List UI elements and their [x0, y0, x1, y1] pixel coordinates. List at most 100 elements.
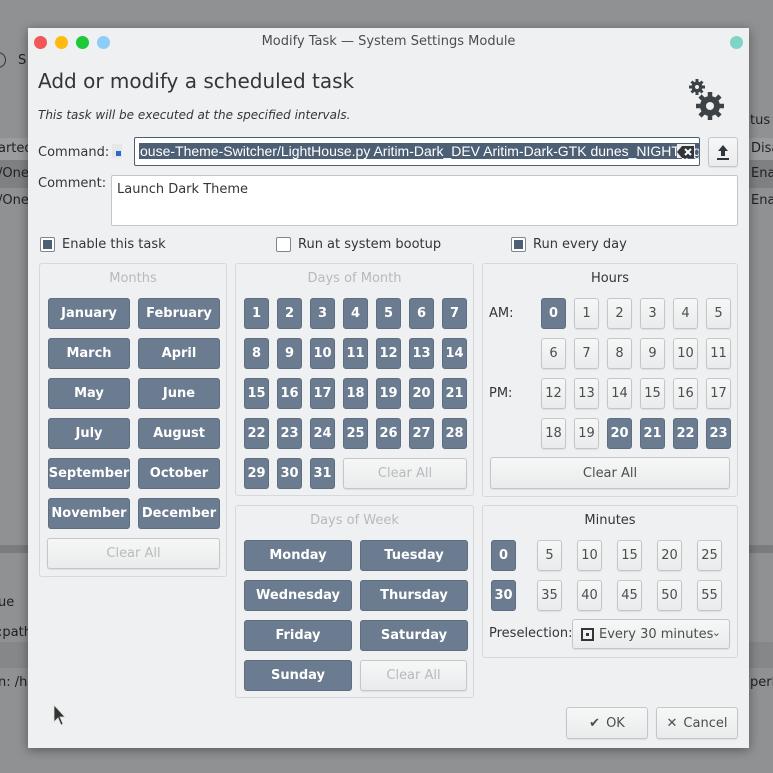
hour-18-button[interactable]: 18 — [541, 418, 566, 449]
hour-0-button[interactable]: 0 — [541, 298, 566, 329]
month-september-button[interactable]: September — [48, 458, 130, 489]
hour-6-button[interactable]: 6 — [541, 338, 566, 369]
hour-2-button[interactable]: 2 — [607, 298, 632, 329]
month-november-button[interactable]: November — [48, 498, 130, 529]
month-may-button[interactable]: May — [48, 378, 130, 409]
minute-0-button[interactable]: 0 — [491, 540, 516, 571]
weekday-friday-button[interactable]: Friday — [244, 620, 352, 651]
hour-11-button[interactable]: 11 — [706, 338, 731, 369]
hour-13-button[interactable]: 13 — [574, 378, 599, 409]
weekday-monday-button[interactable]: Monday — [244, 540, 352, 571]
day-17-button[interactable]: 17 — [310, 378, 335, 409]
minute-20-button[interactable]: 20 — [657, 540, 682, 571]
hour-19-button[interactable]: 19 — [574, 418, 599, 449]
cancel-button[interactable]: ✕ Cancel — [656, 707, 738, 739]
hour-10-button[interactable]: 10 — [673, 338, 698, 369]
day-15-button[interactable]: 15 — [244, 378, 269, 409]
month-june-button[interactable]: June — [138, 378, 220, 409]
day-14-button[interactable]: 14 — [442, 338, 467, 369]
month-august-button[interactable]: August — [138, 418, 220, 449]
clear-text-icon[interactable] — [677, 144, 695, 158]
ok-button[interactable]: ✔ OK — [566, 707, 648, 739]
hour-4-button[interactable]: 4 — [673, 298, 698, 329]
month-july-button[interactable]: July — [48, 418, 130, 449]
day-26-button[interactable]: 26 — [376, 418, 401, 449]
hour-7-button[interactable]: 7 — [574, 338, 599, 369]
hours-clear-all-button[interactable]: Clear All — [490, 457, 730, 489]
weekday-saturday-button[interactable]: Saturday — [360, 620, 468, 651]
month-february-button[interactable]: February — [138, 298, 220, 329]
day-3-button[interactable]: 3 — [310, 298, 335, 329]
upload-button[interactable] — [708, 137, 738, 167]
month-march-button[interactable]: March — [48, 338, 130, 369]
day-16-button[interactable]: 16 — [277, 378, 302, 409]
pin-button[interactable] — [730, 36, 743, 49]
hour-20-button[interactable]: 20 — [607, 418, 632, 449]
day-19-button[interactable]: 19 — [376, 378, 401, 409]
day-11-button[interactable]: 11 — [343, 338, 368, 369]
hour-12-button[interactable]: 12 — [541, 378, 566, 409]
weekday-wednesday-button[interactable]: Wednesday — [244, 580, 352, 611]
day-12-button[interactable]: 12 — [376, 338, 401, 369]
hour-23-button[interactable]: 23 — [706, 418, 731, 449]
day-4-button[interactable]: 4 — [343, 298, 368, 329]
day-29-button[interactable]: 29 — [244, 458, 269, 489]
minute-55-button[interactable]: 55 — [697, 580, 722, 611]
day-23-button[interactable]: 23 — [277, 418, 302, 449]
day-7-button[interactable]: 7 — [442, 298, 467, 329]
comment-textarea[interactable]: Launch Dark Theme — [111, 175, 738, 226]
hour-9-button[interactable]: 9 — [640, 338, 665, 369]
option-checkbox-2[interactable] — [511, 237, 526, 252]
hour-8-button[interactable]: 8 — [607, 338, 632, 369]
hour-1-button[interactable]: 1 — [574, 298, 599, 329]
minute-10-button[interactable]: 10 — [577, 540, 602, 571]
weekday-tuesday-button[interactable]: Tuesday — [360, 540, 468, 571]
minute-35-button[interactable]: 35 — [537, 580, 562, 611]
minute-40-button[interactable]: 40 — [577, 580, 602, 611]
day-9-button[interactable]: 9 — [277, 338, 302, 369]
minute-50-button[interactable]: 50 — [657, 580, 682, 611]
hour-22-button[interactable]: 22 — [673, 418, 698, 449]
month-april-button[interactable]: April — [138, 338, 220, 369]
hour-14-button[interactable]: 14 — [607, 378, 632, 409]
day-22-button[interactable]: 22 — [244, 418, 269, 449]
minute-15-button[interactable]: 15 — [617, 540, 642, 571]
command-input[interactable]: ouse-Theme-Switcher/LightHouse.py Aritim… — [134, 137, 700, 166]
month-october-button[interactable]: October — [138, 458, 220, 489]
day-18-button[interactable]: 18 — [343, 378, 368, 409]
day-6-button[interactable]: 6 — [409, 298, 434, 329]
day-28-button[interactable]: 28 — [442, 418, 467, 449]
day-24-button[interactable]: 24 — [310, 418, 335, 449]
day-8-button[interactable]: 8 — [244, 338, 269, 369]
day-2-button[interactable]: 2 — [277, 298, 302, 329]
hour-17-button[interactable]: 17 — [706, 378, 731, 409]
day-13-button[interactable]: 13 — [409, 338, 434, 369]
weekday-thursday-button[interactable]: Thursday — [360, 580, 468, 611]
days-of-week-clear-all-button[interactable]: Clear All — [360, 660, 467, 691]
day-31-button[interactable]: 31 — [310, 458, 335, 489]
option-checkbox-0[interactable] — [40, 237, 55, 252]
minute-30-button[interactable]: 30 — [491, 580, 516, 611]
day-20-button[interactable]: 20 — [409, 378, 434, 409]
hour-3-button[interactable]: 3 — [640, 298, 665, 329]
hour-5-button[interactable]: 5 — [706, 298, 731, 329]
months-clear-all-button[interactable]: Clear All — [47, 538, 220, 569]
day-30-button[interactable]: 30 — [277, 458, 302, 489]
hour-21-button[interactable]: 21 — [640, 418, 665, 449]
minute-45-button[interactable]: 45 — [617, 580, 642, 611]
day-10-button[interactable]: 10 — [310, 338, 335, 369]
minute-5-button[interactable]: 5 — [537, 540, 562, 571]
day-25-button[interactable]: 25 — [343, 418, 368, 449]
days-of-month-clear-all-button[interactable]: Clear All — [343, 458, 467, 489]
preselection-select[interactable]: Every 30 minutes ⌄ — [572, 619, 730, 649]
weekday-sunday-button[interactable]: Sunday — [244, 660, 352, 691]
hour-16-button[interactable]: 16 — [673, 378, 698, 409]
month-january-button[interactable]: January — [48, 298, 130, 329]
day-27-button[interactable]: 27 — [409, 418, 434, 449]
day-5-button[interactable]: 5 — [376, 298, 401, 329]
day-1-button[interactable]: 1 — [244, 298, 269, 329]
day-21-button[interactable]: 21 — [442, 378, 467, 409]
minute-25-button[interactable]: 25 — [697, 540, 722, 571]
option-checkbox-1[interactable] — [276, 237, 291, 252]
month-december-button[interactable]: December — [138, 498, 220, 529]
